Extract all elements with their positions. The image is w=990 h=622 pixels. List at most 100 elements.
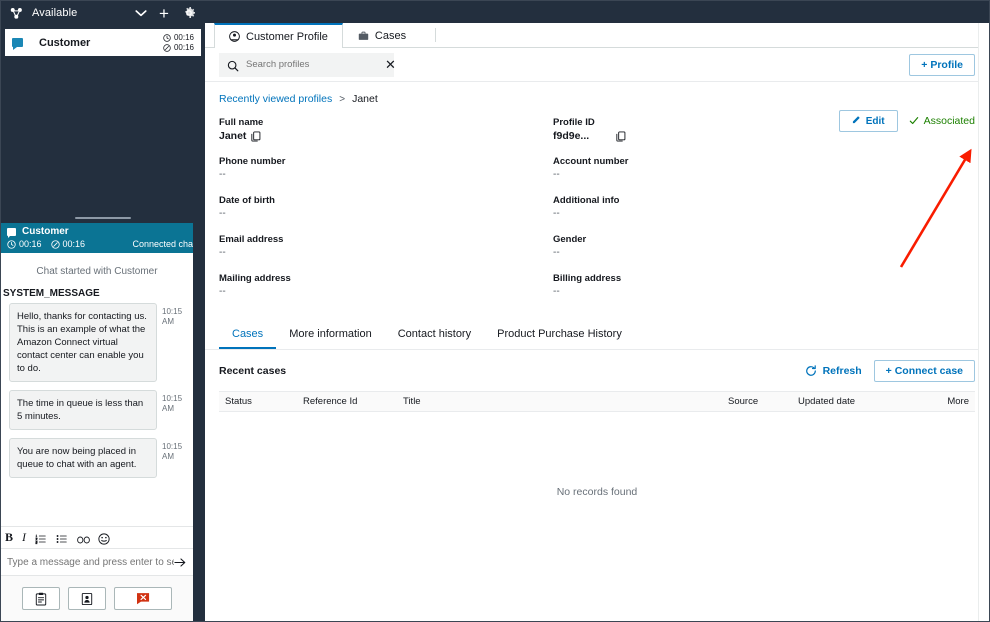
field-value: -- (219, 285, 553, 299)
chat-message-input[interactable] (7, 557, 174, 568)
quick-responses-button[interactable] (22, 587, 60, 610)
field-label: Billing address (553, 272, 975, 285)
field-mailing-address: Mailing address -- (219, 272, 553, 311)
chat-timer-one-value: 00:16 (19, 239, 42, 249)
message-bubble: You are now being placed in queue to cha… (9, 438, 157, 478)
search-box[interactable]: ✕ (219, 53, 394, 77)
status-badge-associated: Associated (909, 115, 975, 127)
refresh-label: Refresh (823, 365, 862, 377)
column-header-updated-date[interactable]: Updated date (792, 396, 927, 407)
refresh-button[interactable]: Refresh (805, 365, 862, 377)
field-value: -- (219, 168, 553, 182)
chat-transcript: Chat started with Customer SYSTEM_MESSAG… (1, 253, 193, 526)
field-phone-number: Phone number -- (219, 155, 553, 194)
message-bubble: Hello, thanks for contacting us. This is… (9, 303, 157, 382)
chat-icon (7, 228, 16, 236)
breadcrumb-separator-icon: > (339, 94, 345, 105)
bold-icon[interactable]: B (5, 530, 13, 545)
chat-message: Hello, thanks for contacting us. This is… (9, 303, 185, 382)
breadcrumb: Recently viewed profiles > Janet (219, 93, 975, 105)
message-timestamp: 10:15 AM (162, 390, 184, 414)
column-header-source[interactable]: Source (722, 396, 792, 407)
timer-total-row: 00:16 (163, 43, 194, 53)
column-header-status[interactable]: Status (219, 396, 297, 407)
stopwatch-icon (163, 44, 171, 52)
ordered-list-icon[interactable] (35, 532, 47, 544)
sub-tab-cases[interactable]: Cases (219, 322, 276, 349)
message-bubble: The time in queue is less than 5 minutes… (9, 390, 157, 430)
chat-header: Customer 00:16 00:16 Connected cha (1, 223, 193, 253)
tab-label: Customer Profile (246, 31, 328, 43)
clock-icon (163, 34, 171, 42)
tab-label: Cases (375, 30, 406, 42)
new-contact-plus-icon[interactable]: + (155, 5, 173, 22)
check-icon (909, 116, 919, 126)
contact-name: Customer (39, 37, 163, 49)
contact-timers: 00:16 00:16 (163, 33, 194, 53)
briefcase-icon (358, 31, 369, 41)
chat-contact-name: Customer (22, 226, 69, 237)
timer-connect-row: 00:16 (163, 33, 194, 43)
gear-icon[interactable] (181, 5, 197, 21)
column-header-reference-id[interactable]: Reference Id (297, 396, 397, 407)
field-value: -- (553, 246, 975, 260)
field-label: Additional info (553, 194, 975, 207)
profile-action-row: Edit Associated (839, 110, 975, 132)
edit-profile-button[interactable]: Edit (839, 110, 898, 132)
send-icon[interactable] (174, 556, 187, 569)
italic-icon[interactable]: I (22, 530, 26, 545)
link-icon[interactable] (77, 532, 89, 544)
field-label: Email address (219, 233, 553, 246)
tab-cases[interactable]: Cases (343, 23, 421, 47)
chat-timer-one: 00:16 (7, 239, 42, 249)
emoji-icon[interactable] (98, 532, 110, 544)
chat-header-title-row: Customer (7, 226, 187, 237)
contact-list-item-customer[interactable]: Customer 00:16 00:16 (5, 29, 201, 56)
search-input[interactable] (246, 59, 378, 70)
column-header-more[interactable]: More (927, 396, 975, 407)
ccp-header: Available + (1, 1, 205, 25)
tab-customer-profile[interactable]: Customer Profile (214, 23, 343, 48)
search-icon (227, 59, 239, 71)
field-label: Account number (553, 155, 975, 168)
end-chat-button[interactable] (114, 587, 172, 610)
empty-state-message: No records found (219, 412, 975, 572)
main-scrollbar-track[interactable] (978, 23, 989, 621)
tab-divider (435, 28, 436, 42)
sub-tab-contact-history[interactable]: Contact history (385, 322, 484, 349)
field-additional-info: Additional info -- (553, 194, 975, 233)
amazon-connect-logo-icon (9, 6, 24, 21)
field-billing-address: Billing address -- (553, 272, 975, 311)
copy-icon[interactable] (616, 131, 626, 142)
connect-agent-workspace: Available + Customer (0, 0, 990, 622)
field-label: Full name (219, 116, 553, 129)
main-panel: Customer Profile Cases (205, 1, 989, 621)
recent-cases-title: Recent cases (219, 365, 286, 377)
agent-status-label: Available (32, 7, 77, 19)
field-label: Phone number (219, 155, 553, 168)
pencil-icon (852, 115, 861, 127)
sub-tab-product-purchase-history[interactable]: Product Purchase History (484, 322, 635, 349)
add-profile-button[interactable]: + Profile (909, 54, 975, 76)
message-timestamp: 10:15 AM (162, 438, 184, 462)
chevron-down-icon[interactable] (133, 5, 149, 21)
edit-label: Edit (866, 116, 885, 127)
field-value: -- (553, 285, 975, 299)
field-value: -- (553, 168, 975, 182)
close-icon[interactable]: ✕ (385, 58, 396, 71)
sub-tab-more-information[interactable]: More information (276, 322, 385, 349)
person-icon (229, 31, 240, 42)
main-scrollbar-thumb[interactable] (981, 23, 988, 123)
contact-attributes-button[interactable] (68, 587, 106, 610)
column-header-title[interactable]: Title (397, 396, 722, 407)
panel-resize-handle[interactable] (1, 212, 205, 223)
connect-case-button[interactable]: + Connect case (874, 360, 975, 382)
field-value-text: f9d9e... (553, 129, 589, 143)
field-gender: Gender -- (553, 233, 975, 272)
profile-sub-tabs: Cases More information Contact history P… (205, 322, 989, 350)
profile-fields-grid: Full name Janet Profile ID f9d9e... (219, 116, 975, 311)
copy-icon[interactable] (251, 131, 261, 142)
breadcrumb-recently-viewed[interactable]: Recently viewed profiles (219, 93, 332, 105)
field-value: -- (219, 207, 553, 221)
bullet-list-icon[interactable] (56, 532, 68, 544)
